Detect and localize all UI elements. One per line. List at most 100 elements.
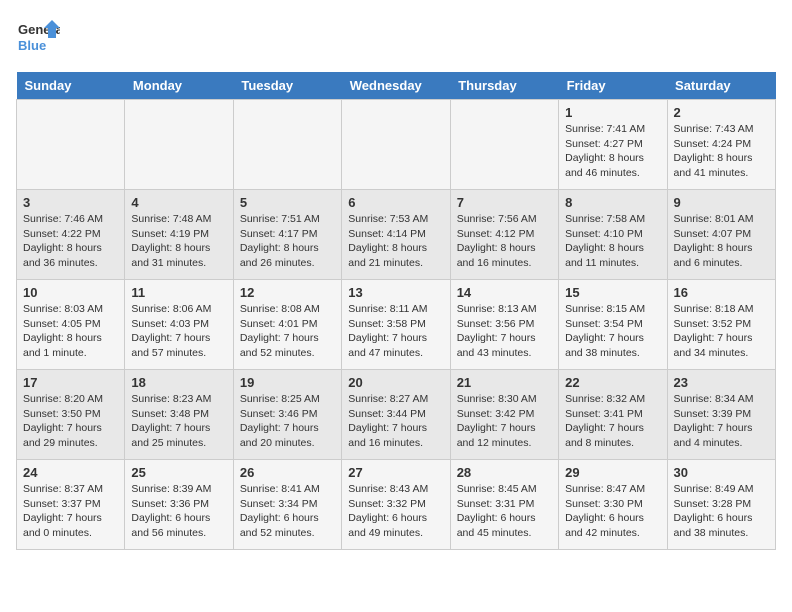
weekday-saturday: Saturday — [667, 72, 775, 100]
day-info: Sunrise: 8:34 AM Sunset: 3:39 PM Dayligh… — [674, 392, 769, 451]
calendar-cell: 24Sunrise: 8:37 AM Sunset: 3:37 PM Dayli… — [17, 460, 125, 550]
day-info: Sunrise: 8:13 AM Sunset: 3:56 PM Dayligh… — [457, 302, 552, 361]
day-info: Sunrise: 7:46 AM Sunset: 4:22 PM Dayligh… — [23, 212, 118, 271]
week-row-4: 17 Sunrise: 8:20 AM Sunset: 3:50 PM Dayli… — [17, 370, 776, 460]
day-info: Sunrise: 8:20 AM Sunset: 3:50 PM Dayligh… — [23, 392, 118, 451]
day-number: 29 — [565, 465, 660, 480]
calendar-cell: 27 Sunrise: 8:43 AM Sunset: 3:32 PM Dayli… — [342, 460, 450, 550]
day-info: Sunrise: 8:49 AM Sunset: 3:28 PM Dayligh… — [674, 482, 769, 541]
day-number: 10 — [23, 285, 118, 300]
day-number: 11 — [131, 285, 226, 300]
day-number: 25 — [131, 465, 226, 480]
day-number: 14 — [457, 285, 552, 300]
day-number: 2 — [674, 105, 769, 120]
day-number: 24 — [23, 465, 118, 480]
calendar-cell: 12 Sunrise: 8:08 AM Sunset: 4:01 PM Dayli… — [233, 280, 341, 370]
svg-text:Blue: Blue — [18, 38, 46, 53]
week-row-2: 3 Sunrise: 7:46 AM Sunset: 4:22 PM Daylig… — [17, 190, 776, 280]
day-info: Sunrise: 7:48 AM Sunset: 4:19 PM Dayligh… — [131, 212, 226, 271]
day-number: 6 — [348, 195, 443, 210]
week-row-3: 10 Sunrise: 8:03 AM Sunset: 4:05 PM Dayli… — [17, 280, 776, 370]
day-info: Sunrise: 8:39 AM Sunset: 3:36 PM Dayligh… — [131, 482, 226, 541]
day-info: Sunrise: 8:06 AM Sunset: 4:03 PM Dayligh… — [131, 302, 226, 361]
day-number: 18 — [131, 375, 226, 390]
day-info: Sunrise: 8:08 AM Sunset: 4:01 PM Dayligh… — [240, 302, 335, 361]
calendar-cell: 11 Sunrise: 8:06 AM Sunset: 4:03 PM Dayli… — [125, 280, 233, 370]
calendar-cell: 19 Sunrise: 8:25 AM Sunset: 3:46 PM Dayli… — [233, 370, 341, 460]
calendar-cell: 26Sunrise: 8:41 AM Sunset: 3:34 PM Dayli… — [233, 460, 341, 550]
weekday-wednesday: Wednesday — [342, 72, 450, 100]
calendar-cell: 21 Sunrise: 8:30 AM Sunset: 3:42 PM Dayli… — [450, 370, 558, 460]
calendar-cell — [233, 100, 341, 190]
day-info: Sunrise: 7:56 AM Sunset: 4:12 PM Dayligh… — [457, 212, 552, 271]
day-number: 23 — [674, 375, 769, 390]
day-info: Sunrise: 8:03 AM Sunset: 4:05 PM Dayligh… — [23, 302, 118, 361]
day-info: Sunrise: 7:41 AM Sunset: 4:27 PM Dayligh… — [565, 122, 660, 181]
weekday-sunday: Sunday — [17, 72, 125, 100]
calendar-cell: 5Sunrise: 7:51 AM Sunset: 4:17 PM Daylig… — [233, 190, 341, 280]
day-info: Sunrise: 8:30 AM Sunset: 3:42 PM Dayligh… — [457, 392, 552, 451]
day-info: Sunrise: 8:43 AM Sunset: 3:32 PM Dayligh… — [348, 482, 443, 541]
calendar-cell: 6 Sunrise: 7:53 AM Sunset: 4:14 PM Daylig… — [342, 190, 450, 280]
calendar-cell: 18 Sunrise: 8:23 AM Sunset: 3:48 PM Dayli… — [125, 370, 233, 460]
calendar-cell — [125, 100, 233, 190]
day-number: 4 — [131, 195, 226, 210]
calendar-cell: 8Sunrise: 7:58 AM Sunset: 4:10 PM Daylig… — [559, 190, 667, 280]
calendar-cell: 14 Sunrise: 8:13 AM Sunset: 3:56 PM Dayli… — [450, 280, 558, 370]
calendar-cell — [450, 100, 558, 190]
day-info: Sunrise: 7:53 AM Sunset: 4:14 PM Dayligh… — [348, 212, 443, 271]
logo: General Blue — [16, 16, 60, 60]
day-number: 9 — [674, 195, 769, 210]
day-number: 1 — [565, 105, 660, 120]
calendar-cell: 15Sunrise: 8:15 AM Sunset: 3:54 PM Dayli… — [559, 280, 667, 370]
calendar-cell: 29 Sunrise: 8:47 AM Sunset: 3:30 PM Dayli… — [559, 460, 667, 550]
calendar-cell: 23 Sunrise: 8:34 AM Sunset: 3:39 PM Dayli… — [667, 370, 775, 460]
calendar-cell: 30 Sunrise: 8:49 AM Sunset: 3:28 PM Dayli… — [667, 460, 775, 550]
day-info: Sunrise: 7:43 AM Sunset: 4:24 PM Dayligh… — [674, 122, 769, 181]
day-info: Sunrise: 8:27 AM Sunset: 3:44 PM Dayligh… — [348, 392, 443, 451]
calendar-cell: 4 Sunrise: 7:48 AM Sunset: 4:19 PM Daylig… — [125, 190, 233, 280]
weekday-friday: Friday — [559, 72, 667, 100]
calendar-cell: 25 Sunrise: 8:39 AM Sunset: 3:36 PM Dayli… — [125, 460, 233, 550]
day-number: 22 — [565, 375, 660, 390]
weekday-tuesday: Tuesday — [233, 72, 341, 100]
calendar-cell: 16 Sunrise: 8:18 AM Sunset: 3:52 PM Dayli… — [667, 280, 775, 370]
calendar-cell: 17 Sunrise: 8:20 AM Sunset: 3:50 PM Dayli… — [17, 370, 125, 460]
day-info: Sunrise: 8:11 AM Sunset: 3:58 PM Dayligh… — [348, 302, 443, 361]
header: General Blue — [16, 16, 776, 60]
calendar-cell: 1 Sunrise: 7:41 AM Sunset: 4:27 PM Daylig… — [559, 100, 667, 190]
calendar-table: SundayMondayTuesdayWednesdayThursdayFrid… — [16, 72, 776, 550]
day-number: 28 — [457, 465, 552, 480]
day-number: 13 — [348, 285, 443, 300]
calendar-cell: 9 Sunrise: 8:01 AM Sunset: 4:07 PM Daylig… — [667, 190, 775, 280]
calendar-cell: 13 Sunrise: 8:11 AM Sunset: 3:58 PM Dayli… — [342, 280, 450, 370]
calendar-cell: 22 Sunrise: 8:32 AM Sunset: 3:41 PM Dayli… — [559, 370, 667, 460]
day-info: Sunrise: 8:15 AM Sunset: 3:54 PM Dayligh… — [565, 302, 660, 361]
logo-svg: General Blue — [16, 16, 60, 60]
day-number: 5 — [240, 195, 335, 210]
weekday-thursday: Thursday — [450, 72, 558, 100]
calendar-cell: 20 Sunrise: 8:27 AM Sunset: 3:44 PM Dayli… — [342, 370, 450, 460]
day-number: 12 — [240, 285, 335, 300]
day-info: Sunrise: 8:18 AM Sunset: 3:52 PM Dayligh… — [674, 302, 769, 361]
day-number: 30 — [674, 465, 769, 480]
day-number: 27 — [348, 465, 443, 480]
day-info: Sunrise: 8:32 AM Sunset: 3:41 PM Dayligh… — [565, 392, 660, 451]
weekday-monday: Monday — [125, 72, 233, 100]
day-info: Sunrise: 8:01 AM Sunset: 4:07 PM Dayligh… — [674, 212, 769, 271]
calendar-cell: 7 Sunrise: 7:56 AM Sunset: 4:12 PM Daylig… — [450, 190, 558, 280]
day-info: Sunrise: 7:58 AM Sunset: 4:10 PM Dayligh… — [565, 212, 660, 271]
day-number: 7 — [457, 195, 552, 210]
day-number: 20 — [348, 375, 443, 390]
day-number: 21 — [457, 375, 552, 390]
calendar-cell — [342, 100, 450, 190]
day-info: Sunrise: 8:47 AM Sunset: 3:30 PM Dayligh… — [565, 482, 660, 541]
day-number: 19 — [240, 375, 335, 390]
day-info: Sunrise: 8:23 AM Sunset: 3:48 PM Dayligh… — [131, 392, 226, 451]
calendar-cell: 2 Sunrise: 7:43 AM Sunset: 4:24 PM Daylig… — [667, 100, 775, 190]
day-number: 3 — [23, 195, 118, 210]
calendar-cell: 10 Sunrise: 8:03 AM Sunset: 4:05 PM Dayli… — [17, 280, 125, 370]
day-number: 17 — [23, 375, 118, 390]
day-number: 16 — [674, 285, 769, 300]
day-info: Sunrise: 8:25 AM Sunset: 3:46 PM Dayligh… — [240, 392, 335, 451]
